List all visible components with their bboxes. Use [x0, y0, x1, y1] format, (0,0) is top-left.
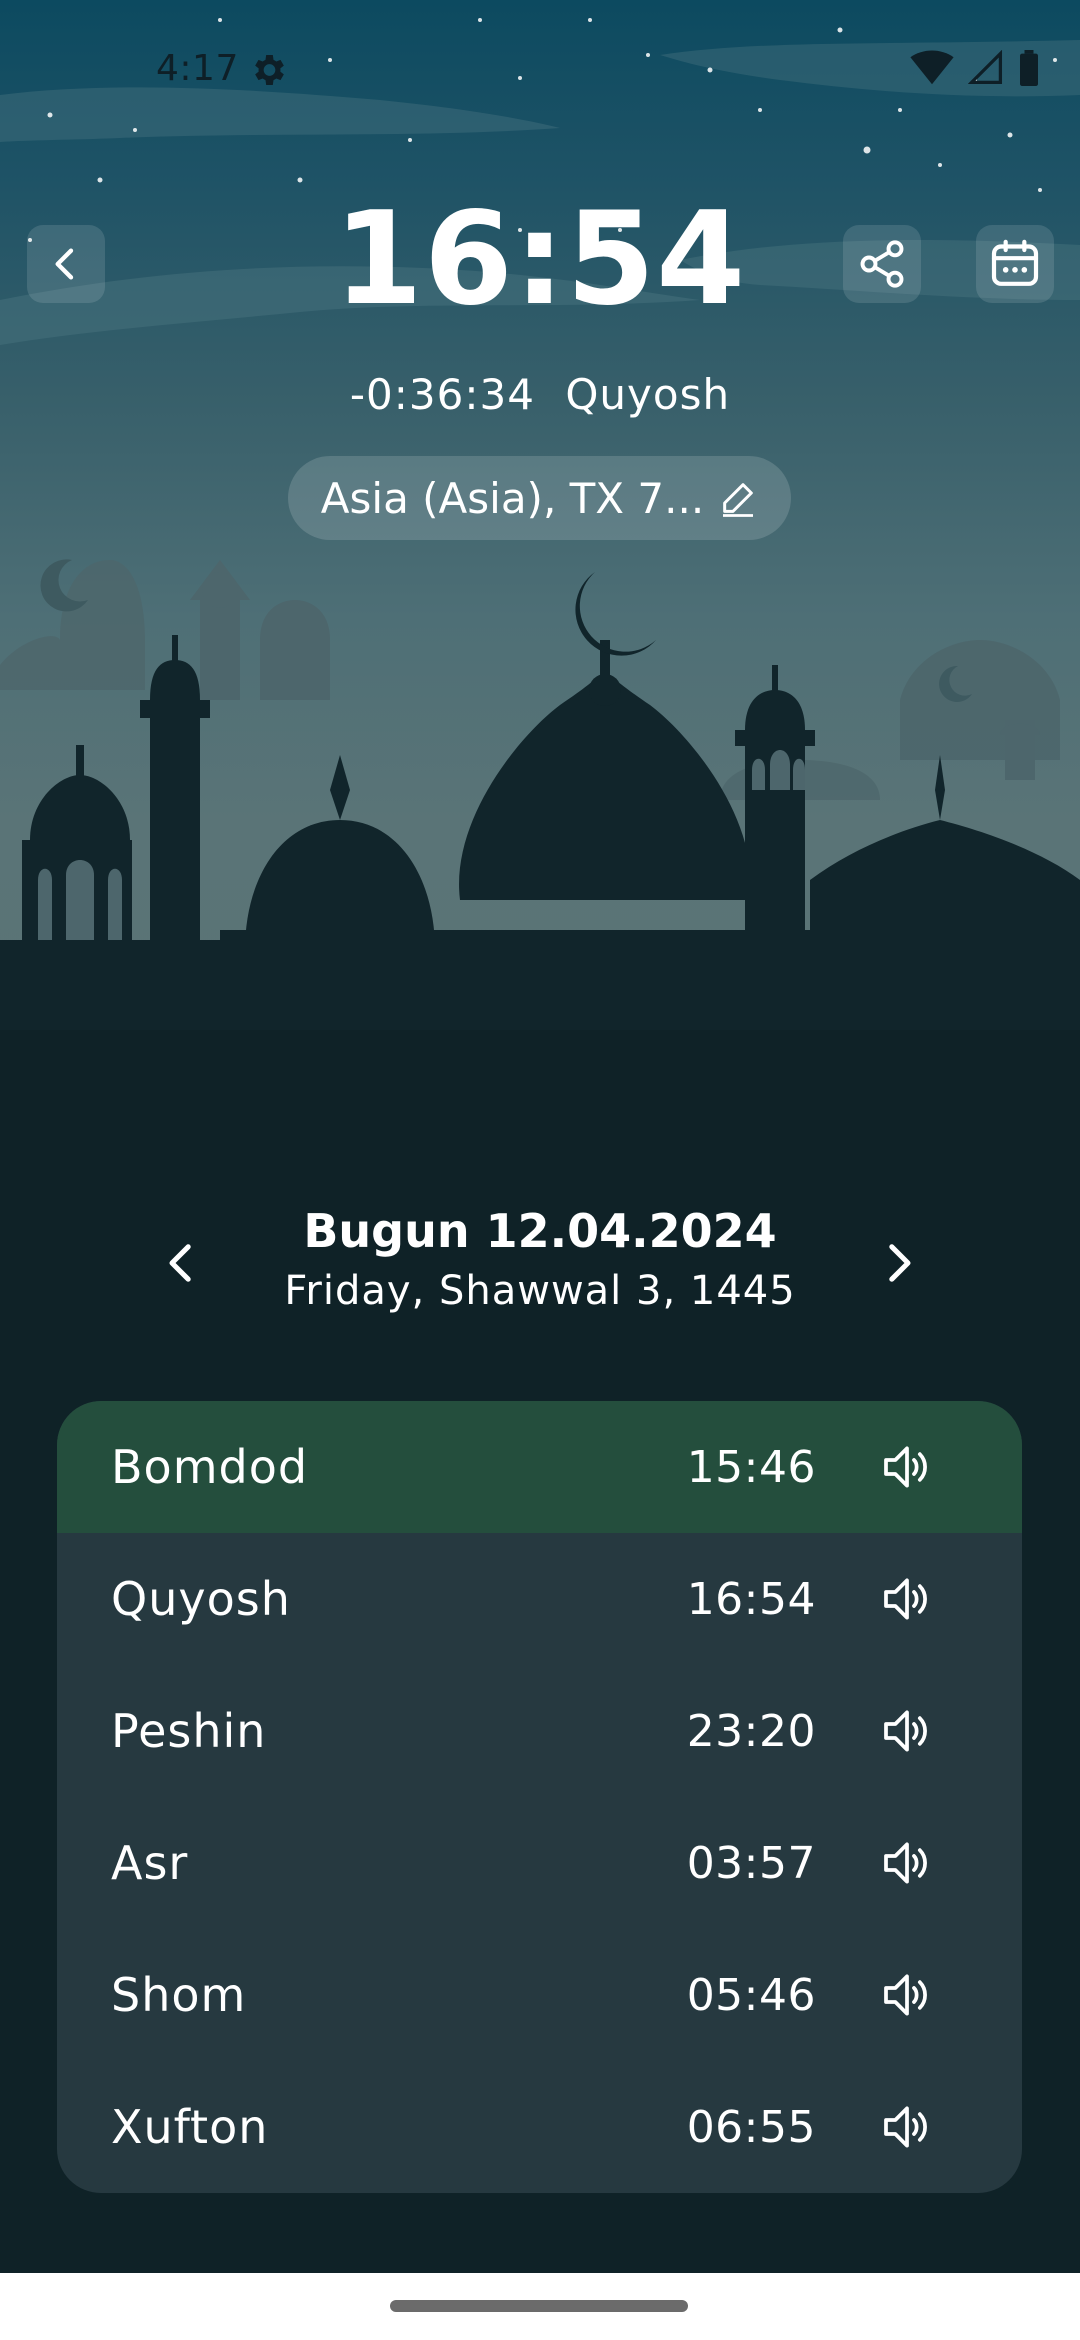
home-indicator[interactable]: [390, 2300, 688, 2312]
prayer-time: 03:57: [686, 1837, 816, 1889]
prayer-row-shom[interactable]: Shom 05:46: [57, 1929, 1022, 2061]
location-button[interactable]: Asia (Asia), TX 7...: [288, 456, 791, 540]
prayer-name: Bomdod: [111, 1440, 309, 1494]
speaker-icon[interactable]: [877, 1965, 937, 2025]
prayer-times-list: Bomdod 15:46 Quyosh 16:54 Peshin 23:20 A…: [57, 1401, 1022, 2193]
current-time: 16:54: [333, 185, 747, 334]
wifi-icon: [910, 50, 954, 85]
edit-pencil-icon: [723, 483, 754, 517]
countdown-row: -0:36:34 Quyosh: [0, 370, 1080, 419]
speaker-icon[interactable]: [877, 1701, 937, 1761]
settings-gear-icon: [248, 50, 288, 90]
prayer-time: 23:20: [686, 1705, 816, 1757]
prayer-time: 06:55: [686, 2101, 816, 2153]
prayer-name: Asr: [111, 1836, 189, 1890]
prayer-name: Xufton: [111, 2100, 269, 2154]
prayer-time: 15:46: [686, 1441, 816, 1493]
location-label: Asia (Asia), TX 7...: [320, 473, 705, 523]
speaker-icon[interactable]: [877, 1569, 937, 1629]
prayer-row-quyosh[interactable]: Quyosh 16:54: [57, 1533, 1022, 1665]
prayer-row-peshin[interactable]: Peshin 23:20: [57, 1665, 1022, 1797]
status-time: 4:17: [156, 48, 239, 89]
prayer-time: 16:54: [686, 1573, 816, 1625]
status-icons: [910, 50, 1040, 86]
speaker-icon[interactable]: [877, 1833, 937, 1893]
next-prayer-name: Quyosh: [565, 370, 731, 419]
next-day-button[interactable]: [864, 1228, 934, 1298]
chevron-right-icon: [889, 1244, 911, 1282]
prayer-row-xufton[interactable]: Xufton 06:55: [57, 2061, 1022, 2193]
prayer-name: Peshin: [111, 1704, 267, 1758]
speaker-icon[interactable]: [877, 2097, 937, 2157]
countdown-value: -0:36:34: [349, 370, 535, 419]
signal-icon: [968, 50, 1003, 85]
prayer-name: Shom: [111, 1968, 247, 2022]
battery-icon: [1020, 50, 1038, 86]
prayer-row-asr[interactable]: Asr 03:57: [57, 1797, 1022, 1929]
prayer-row-bomdod[interactable]: Bomdod 15:46: [57, 1401, 1022, 1533]
prayer-time: 05:46: [686, 1969, 816, 2021]
speaker-icon[interactable]: [877, 1437, 937, 1497]
prayer-times-screen: 4:17 16:54 -0:36:34 Quyosh Asia (Asia), …: [0, 0, 1080, 2340]
prayer-name: Quyosh: [111, 1572, 291, 1626]
